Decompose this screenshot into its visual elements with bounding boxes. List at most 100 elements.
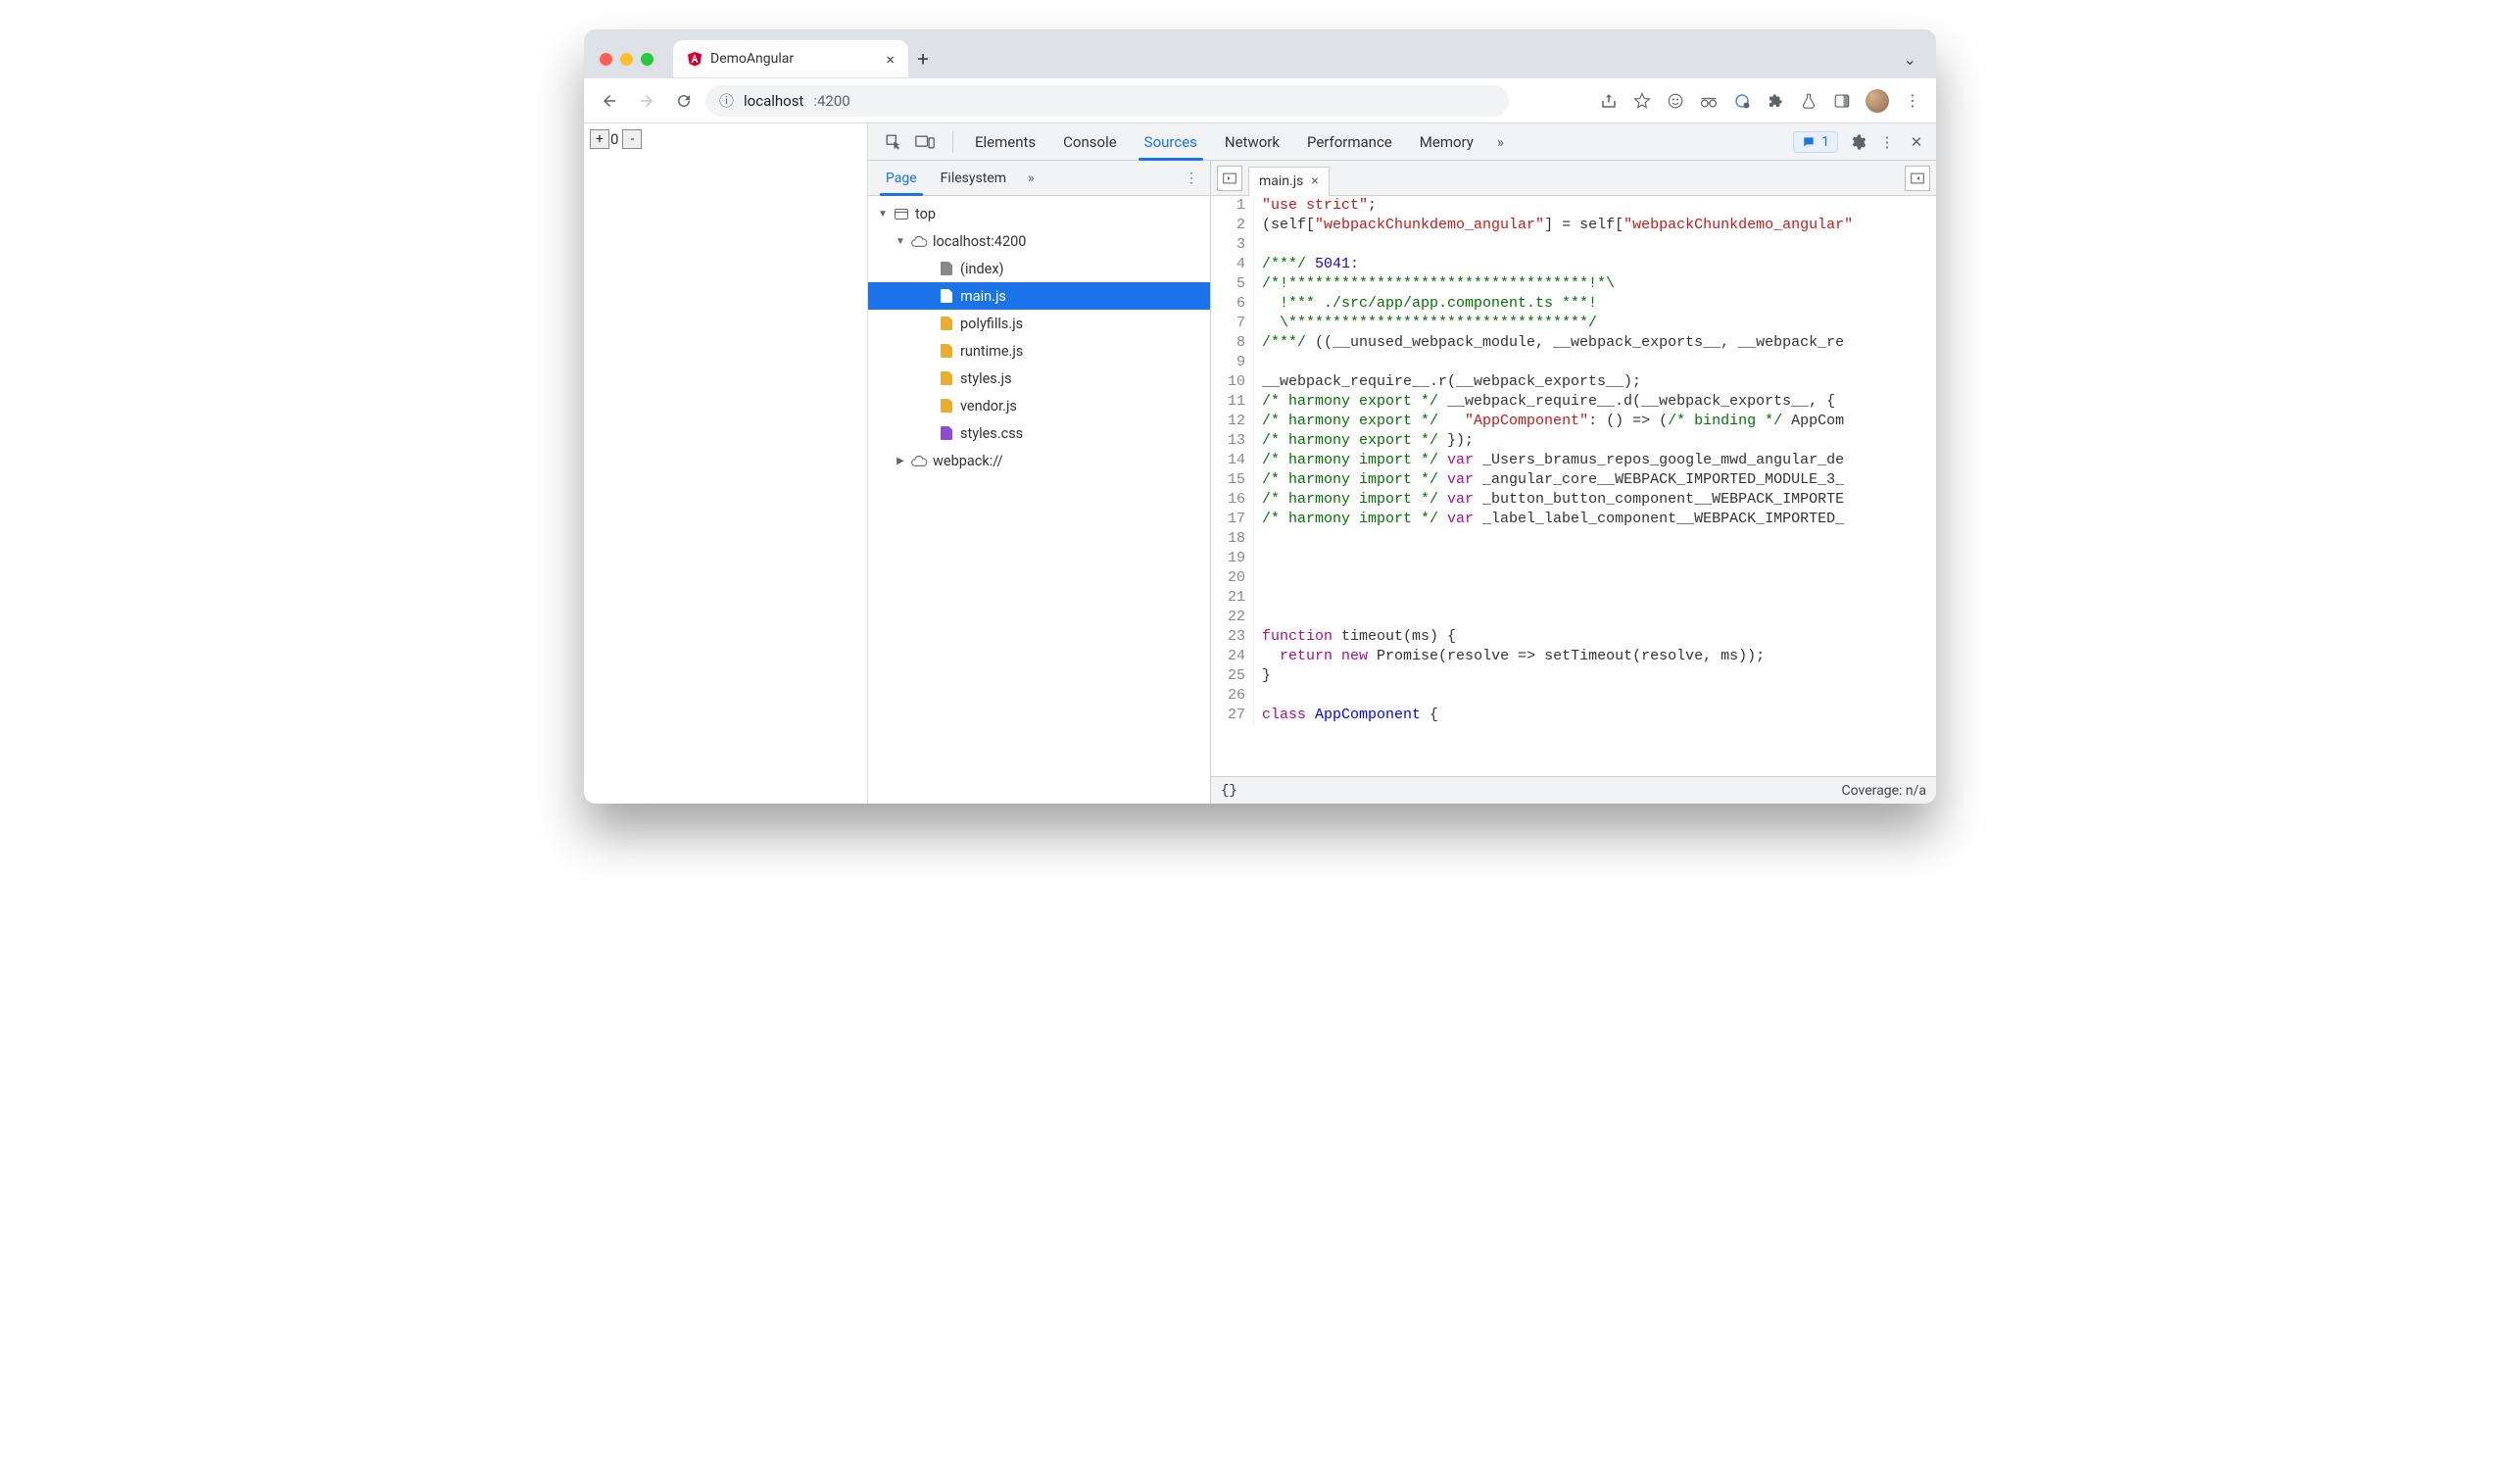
line-number[interactable]: 5 [1211, 274, 1254, 294]
devtools-menu-icon[interactable]: ⋮ [1877, 132, 1897, 152]
code-line[interactable]: return new Promise(resolve => setTimeout… [1254, 647, 1936, 666]
code-line[interactable]: /* harmony import */ var _angular_core__… [1254, 470, 1936, 490]
tree-file[interactable]: runtime.js [868, 337, 1210, 365]
code-line[interactable]: /* harmony export */ "AppComponent": () … [1254, 412, 1936, 431]
code-line[interactable] [1254, 353, 1936, 372]
line-number[interactable]: 16 [1211, 490, 1254, 510]
navigator-menu-icon[interactable]: ⋮ [1179, 171, 1204, 186]
tree-top-frame[interactable]: ▼top [868, 200, 1210, 227]
code-line[interactable]: (self["webpackChunkdemo_angular"] = self… [1254, 216, 1936, 235]
line-number[interactable]: 1 [1211, 196, 1254, 216]
code-line[interactable] [1254, 235, 1936, 255]
tree-origin[interactable]: ▼localhost:4200 [868, 227, 1210, 255]
device-toolbar-icon[interactable] [915, 132, 935, 152]
bookmark-star-icon[interactable] [1632, 91, 1652, 111]
code-line[interactable]: /* harmony export */ }); [1254, 431, 1936, 451]
extension-badge-icon[interactable] [1732, 91, 1752, 111]
tree-file[interactable]: styles.js [868, 365, 1210, 392]
line-number[interactable]: 15 [1211, 470, 1254, 490]
line-number[interactable]: 20 [1211, 568, 1254, 588]
line-number[interactable]: 13 [1211, 431, 1254, 451]
line-number[interactable]: 23 [1211, 627, 1254, 647]
code-line[interactable]: "use strict"; [1254, 196, 1936, 216]
code-line[interactable]: function timeout(ms) { [1254, 627, 1936, 647]
chrome-menu-icon[interactable]: ⋮ [1903, 91, 1922, 111]
devtools-tab-network[interactable]: Network [1211, 123, 1293, 160]
editor-drawer-toggle[interactable] [1905, 166, 1930, 191]
tree-file[interactable]: styles.css [868, 419, 1210, 447]
reload-button[interactable] [668, 85, 700, 117]
line-number[interactable]: 25 [1211, 666, 1254, 686]
window-controls[interactable] [600, 53, 654, 66]
line-number[interactable]: 14 [1211, 451, 1254, 470]
line-number[interactable]: 3 [1211, 235, 1254, 255]
labs-flask-icon[interactable] [1799, 91, 1818, 111]
minimize-window-icon[interactable] [620, 53, 633, 66]
devtools-tab-console[interactable]: Console [1049, 123, 1131, 160]
maximize-window-icon[interactable] [641, 53, 654, 66]
code-line[interactable] [1254, 608, 1936, 627]
line-number[interactable]: 19 [1211, 549, 1254, 568]
editor-history-nav[interactable] [1217, 166, 1242, 191]
line-number[interactable]: 22 [1211, 608, 1254, 627]
side-panel-icon[interactable] [1832, 91, 1852, 111]
share-icon[interactable] [1599, 91, 1619, 111]
code-line[interactable]: \**********************************/ [1254, 314, 1936, 333]
devtools-tab-performance[interactable]: Performance [1293, 123, 1406, 160]
devtools-tabs-overflow[interactable]: » [1489, 133, 1512, 151]
code-line[interactable]: /* harmony import */ var _Users_bramus_r… [1254, 451, 1936, 470]
code-line[interactable] [1254, 588, 1936, 608]
line-number[interactable]: 10 [1211, 372, 1254, 392]
inspect-element-icon[interactable] [884, 132, 903, 152]
tree-file[interactable]: vendor.js [868, 392, 1210, 419]
code-line[interactable]: /*!**********************************!*\ [1254, 274, 1936, 294]
line-number[interactable]: 9 [1211, 353, 1254, 372]
code-line[interactable]: __webpack_require__.r(__webpack_exports_… [1254, 372, 1936, 392]
code-viewport[interactable]: 1"use strict";2(self["webpackChunkdemo_a… [1211, 196, 1936, 776]
tab-overflow[interactable]: ⌄ [1904, 50, 1926, 69]
browser-tab[interactable]: DemoAngular × [673, 40, 908, 77]
line-number[interactable]: 4 [1211, 255, 1254, 274]
code-line[interactable]: !*** ./src/app/app.component.ts ***! [1254, 294, 1936, 314]
line-number[interactable]: 21 [1211, 588, 1254, 608]
devtools-tab-sources[interactable]: Sources [1131, 123, 1211, 160]
tree-file[interactable]: (index) [868, 255, 1210, 282]
devtools-tab-memory[interactable]: Memory [1406, 123, 1487, 160]
code-line[interactable]: /***/ 5041: [1254, 255, 1936, 274]
code-line[interactable]: /* harmony export */ __webpack_require__… [1254, 392, 1936, 412]
line-number[interactable]: 2 [1211, 216, 1254, 235]
close-window-icon[interactable] [600, 53, 612, 66]
issues-chip[interactable]: 1 [1793, 131, 1838, 153]
code-line[interactable] [1254, 568, 1936, 588]
line-number[interactable]: 6 [1211, 294, 1254, 314]
line-number[interactable]: 27 [1211, 706, 1254, 725]
decrement-button[interactable]: - [622, 129, 642, 149]
back-button[interactable] [594, 85, 625, 117]
extensions-puzzle-icon[interactable] [1766, 91, 1785, 111]
navigator-tab-filesystem[interactable]: Filesystem [929, 161, 1018, 195]
code-line[interactable]: /* harmony import */ var _button_button_… [1254, 490, 1936, 510]
pretty-print-button[interactable]: {} [1221, 783, 1237, 799]
incognito-icon[interactable] [1699, 91, 1719, 111]
devtools-tab-elements[interactable]: Elements [961, 123, 1049, 160]
editor-tab[interactable]: main.js × [1248, 167, 1330, 196]
forward-button[interactable] [631, 85, 662, 117]
line-number[interactable]: 12 [1211, 412, 1254, 431]
settings-gear-icon[interactable] [1848, 132, 1867, 152]
code-line[interactable] [1254, 529, 1936, 549]
code-line[interactable]: } [1254, 666, 1936, 686]
close-tab-icon[interactable]: × [886, 50, 895, 69]
navigator-tabs-overflow[interactable]: » [1020, 171, 1042, 186]
line-number[interactable]: 26 [1211, 686, 1254, 706]
line-number[interactable]: 7 [1211, 314, 1254, 333]
line-number[interactable]: 24 [1211, 647, 1254, 666]
tree-webpack[interactable]: ▶webpack:// [868, 447, 1210, 474]
close-devtools-icon[interactable]: ✕ [1907, 132, 1926, 152]
omnibox[interactable]: ⓘ localhost:4200 [705, 85, 1509, 117]
line-number[interactable]: 8 [1211, 333, 1254, 353]
line-number[interactable]: 18 [1211, 529, 1254, 549]
line-number[interactable]: 17 [1211, 510, 1254, 529]
code-line[interactable]: class AppComponent { [1254, 706, 1936, 725]
site-info-icon[interactable]: ⓘ [719, 90, 734, 111]
code-line[interactable]: /* harmony import */ var _label_label_co… [1254, 510, 1936, 529]
